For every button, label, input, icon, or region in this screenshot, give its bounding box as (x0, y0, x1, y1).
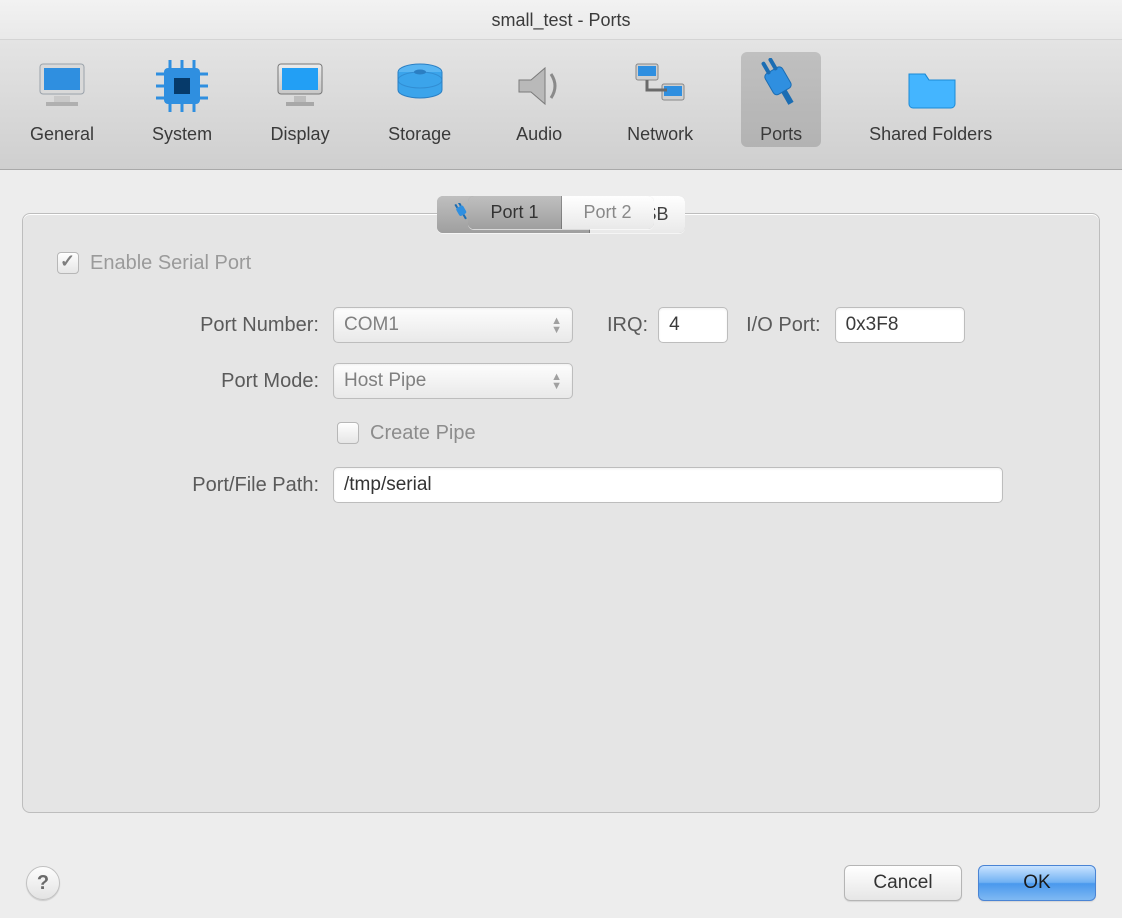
toolbar-item-label: Display (271, 124, 330, 145)
toolbar-item-storage[interactable]: Storage (378, 52, 461, 147)
network-icon (630, 58, 690, 114)
ports-plug-icon (751, 58, 811, 114)
io-port-label: I/O Port: (746, 314, 820, 337)
create-pipe-label: Create Pipe (370, 422, 476, 445)
toolbar-item-label: Storage (388, 124, 451, 145)
chip-icon (152, 58, 212, 114)
toolbar-item-ports[interactable]: Ports (741, 52, 821, 147)
toolbar-item-display[interactable]: Display (260, 52, 340, 147)
toolbar-item-label: General (30, 124, 94, 145)
window-title: small_test - Ports (0, 0, 1122, 40)
tab-label: Port 2 (584, 202, 632, 223)
irq-input[interactable] (658, 307, 728, 343)
toolbar-item-system[interactable]: System (142, 52, 222, 147)
toolbar-item-label: System (152, 124, 212, 145)
toolbar-item-shared-folders[interactable]: Shared Folders (859, 52, 1002, 147)
toolbar-item-network[interactable]: Network (617, 52, 703, 147)
help-button[interactable]: ? (26, 866, 60, 900)
display-icon (270, 58, 330, 114)
toolbar-item-label: Shared Folders (869, 124, 992, 145)
toolbar-item-label: Audio (516, 124, 562, 145)
button-label: OK (1023, 872, 1050, 894)
enable-serial-port-label: Enable Serial Port (90, 252, 251, 275)
speaker-icon (509, 58, 569, 114)
disk-stack-icon (390, 58, 450, 114)
cancel-button[interactable]: Cancel (844, 865, 962, 901)
serial-ports-groupbox: Port 1 Port 2 Enable Serial Port Port Nu… (22, 213, 1100, 813)
port-number-value: COM1 (344, 314, 399, 336)
folder-icon (901, 58, 961, 114)
toolbar-item-general[interactable]: General (20, 52, 104, 147)
toolbar-item-audio[interactable]: Audio (499, 52, 579, 147)
port-file-path-input[interactable] (333, 467, 1003, 503)
ok-button[interactable]: OK (978, 865, 1096, 901)
footer: ? Cancel OK (0, 848, 1122, 918)
create-pipe-checkbox[interactable] (337, 422, 359, 444)
port-number-select[interactable]: COM1 ▲▼ (333, 307, 573, 343)
tab-port-1[interactable]: Port 1 (468, 196, 561, 229)
port-mode-value: Host Pipe (344, 370, 426, 392)
tab-label: Port 1 (490, 202, 538, 223)
chevron-updown-icon: ▲▼ (551, 373, 562, 390)
port-mode-select[interactable]: Host Pipe ▲▼ (333, 363, 573, 399)
tab-port-2[interactable]: Port 2 (562, 196, 654, 229)
port-number-label: Port Number: (53, 314, 333, 337)
button-label: Cancel (873, 872, 932, 894)
monitor-icon (32, 58, 92, 114)
port-file-path-label: Port/File Path: (53, 474, 333, 497)
segmented-port-number: Port 1 Port 2 (468, 196, 653, 229)
toolbar-item-label: Ports (760, 124, 802, 145)
port-mode-label: Port Mode: (53, 370, 333, 393)
toolbar: General System Display Storage Audio Net… (0, 40, 1122, 170)
enable-serial-port-checkbox[interactable] (57, 252, 79, 274)
help-icon: ? (37, 872, 49, 895)
irq-label: IRQ: (607, 314, 648, 337)
toolbar-item-label: Network (627, 124, 693, 145)
io-port-input[interactable] (835, 307, 965, 343)
chevron-updown-icon: ▲▼ (551, 317, 562, 334)
